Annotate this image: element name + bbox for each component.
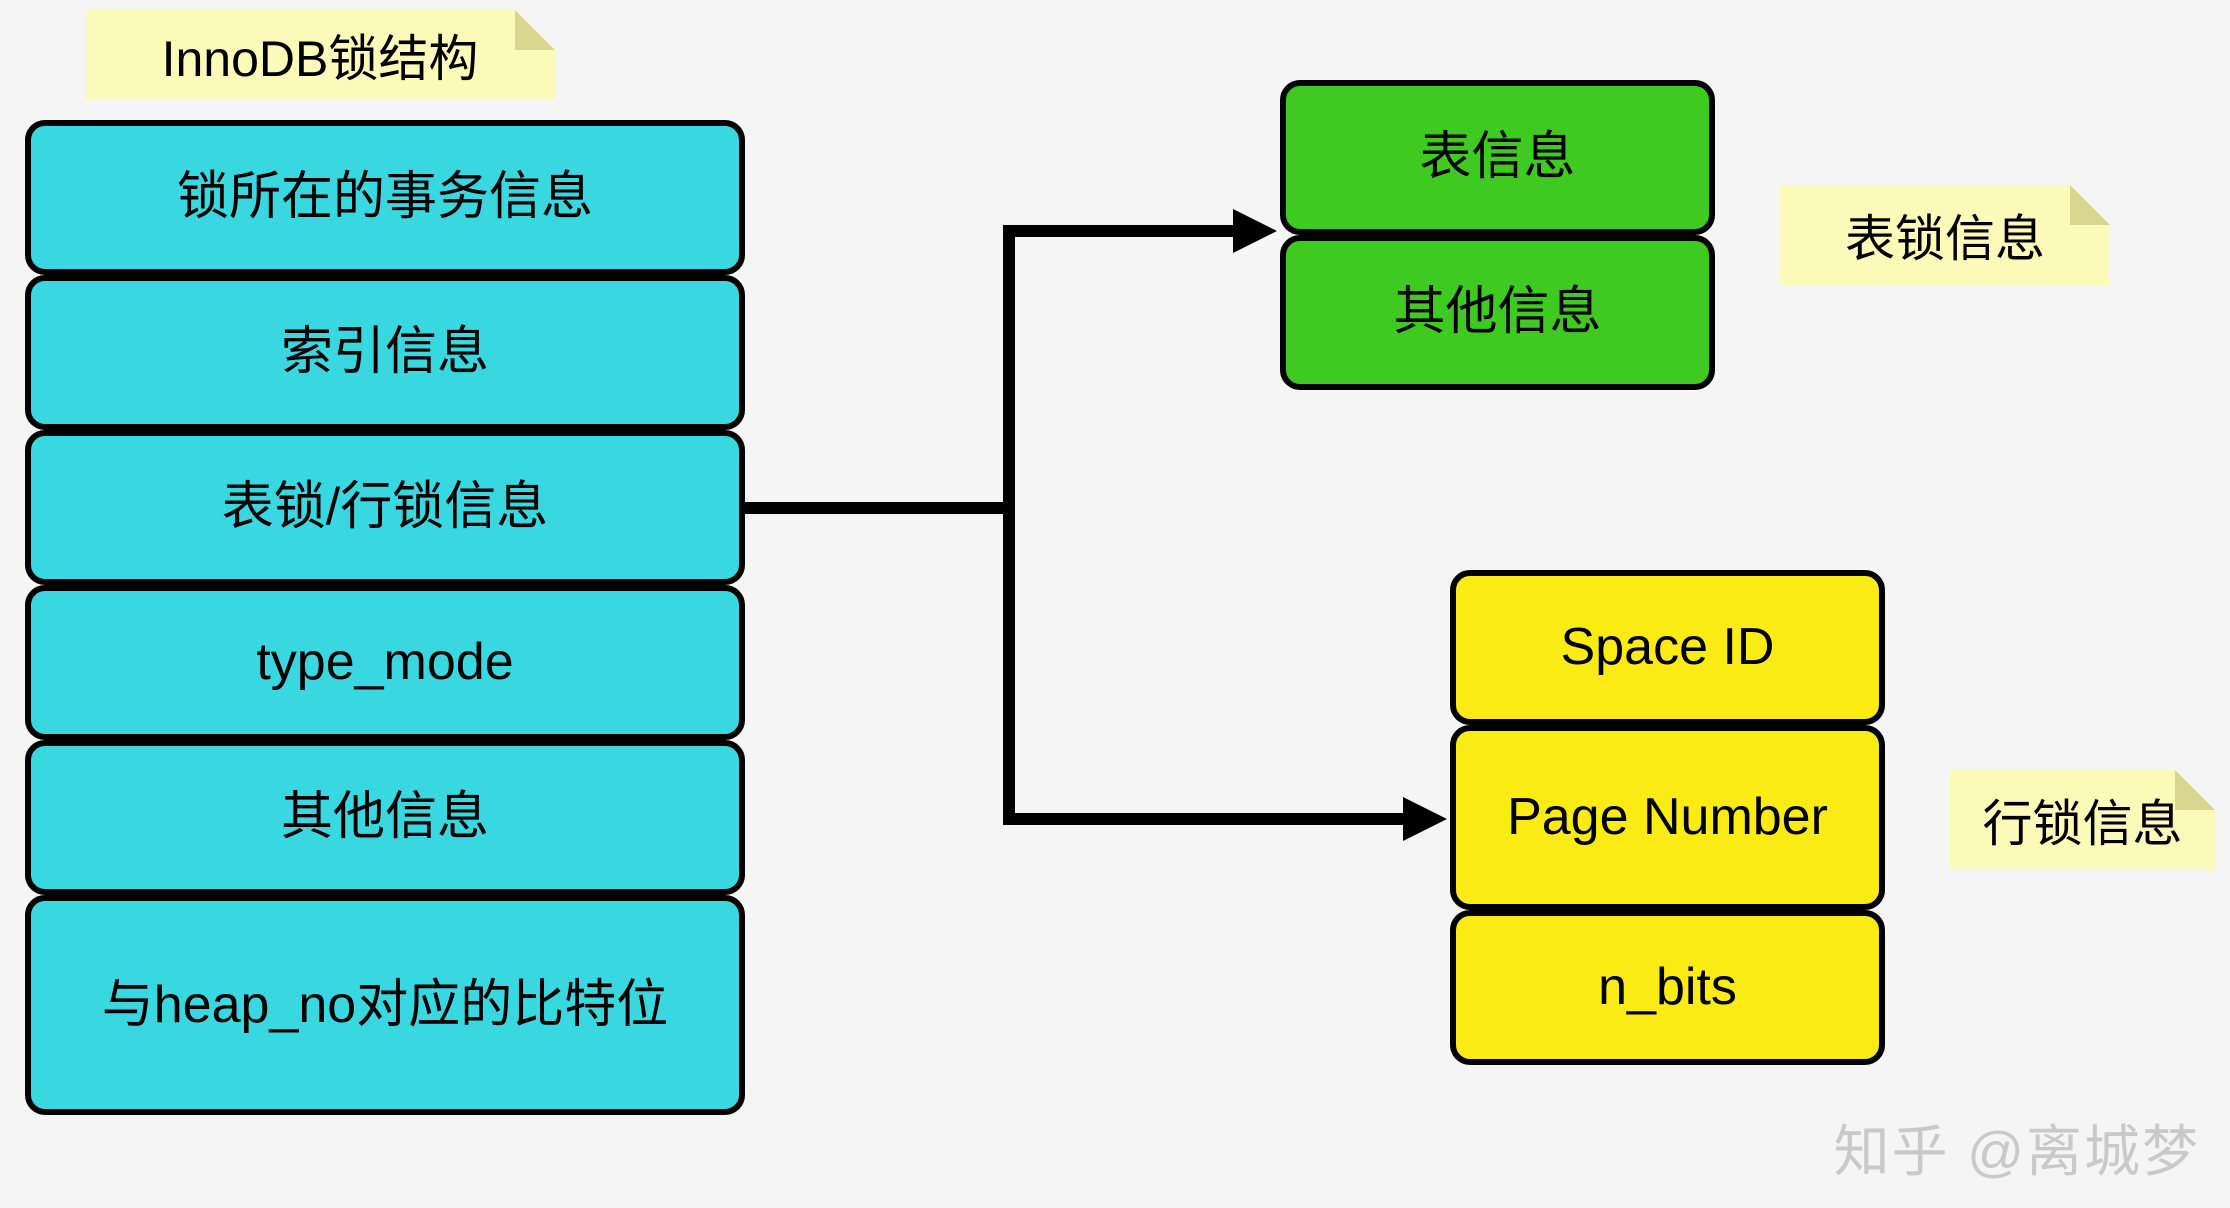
main-box-type-mode: type_mode	[25, 585, 745, 740]
main-box-index-info: 索引信息	[25, 275, 745, 430]
note-table-lock: 表锁信息	[1780, 185, 2110, 285]
row-lock-box-n-bits: n_bits	[1450, 910, 1885, 1065]
main-box-transaction-info: 锁所在的事务信息	[25, 120, 745, 275]
connector-trunk-vertical	[1003, 225, 1015, 825]
row-lock-box-space-id: Space ID	[1450, 570, 1885, 725]
main-box-other-info: 其他信息	[25, 740, 745, 895]
connector-branch-to-yellow	[1003, 813, 1403, 825]
note-main-title: InnoDB锁结构	[85, 10, 555, 100]
row-lock-box-page-number: Page Number	[1450, 725, 1885, 910]
table-lock-box-other-info: 其他信息	[1280, 235, 1715, 390]
arrow-to-green	[1233, 209, 1277, 253]
main-box-heap-no-bits: 与heap_no对应的比特位	[25, 895, 745, 1115]
table-lock-box-table-info: 表信息	[1280, 80, 1715, 235]
watermark: 知乎 @离城梦	[1834, 1107, 2200, 1188]
arrow-to-yellow	[1403, 797, 1447, 841]
main-box-table-row-lock: 表锁/行锁信息	[25, 430, 745, 585]
note-row-lock: 行锁信息	[1950, 770, 2215, 870]
connector-branch-to-green	[1003, 225, 1233, 237]
connector-main-horizontal	[745, 502, 1015, 514]
